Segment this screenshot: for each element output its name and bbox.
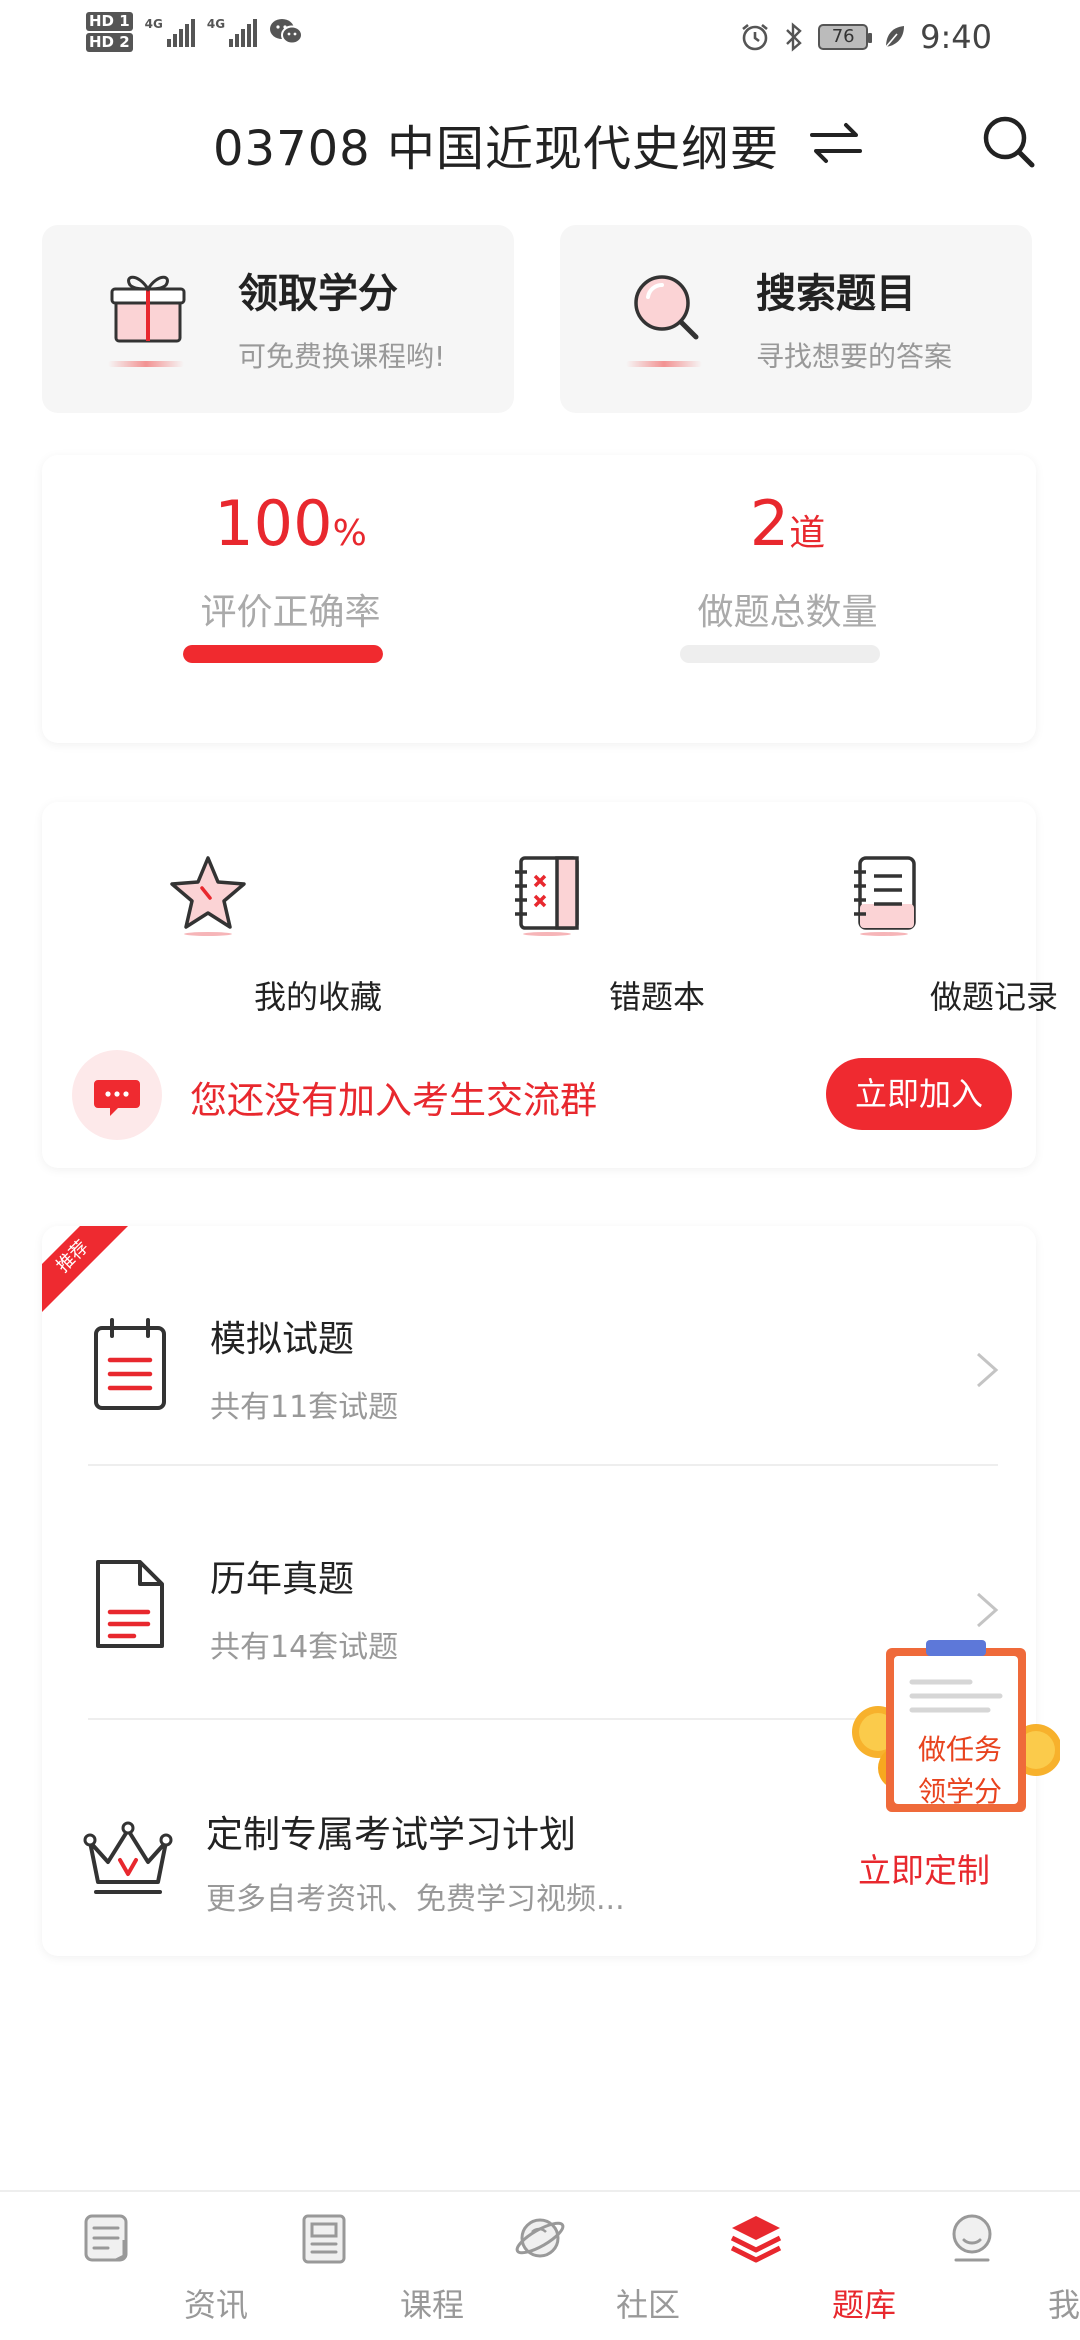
header: 03708 中国近现代史纲要 (0, 95, 1080, 185)
claim-credits-card[interactable]: 领取学分 可免费换课程哟! (42, 225, 514, 413)
record-book-icon (854, 856, 916, 936)
search-questions-title: 搜索题目 (756, 271, 916, 317)
search-questions-card[interactable]: 搜索题目 寻找想要的答案 (560, 225, 1032, 413)
tools-card: 我的收藏 错题本 做题记录 您还没有加入考生交流群 立即加入 (42, 802, 1058, 1168)
past-exams-title: 历年真题 (210, 1559, 355, 1600)
tool-mistakes-label: 错题本 (608, 978, 705, 1016)
total-number: 2 (749, 487, 790, 560)
accuracy-bar (183, 645, 383, 663)
nav-profile-label: 我的 (1047, 2286, 1080, 2324)
clock-time: 9:40 (920, 18, 992, 56)
accuracy-label: 评价正确率 (200, 592, 381, 633)
status-left: HD 1 HD 2 4G 4G (86, 12, 304, 52)
news-icon (84, 2214, 128, 2262)
network-label-2: 4G (206, 17, 226, 31)
status-right: 76 9:40 (740, 18, 992, 56)
course-title[interactable]: 03708 中国近现代史纲要 (213, 109, 779, 179)
network-label: 4G (144, 17, 163, 31)
tool-mistakes[interactable]: 错题本 (437, 852, 705, 1016)
gift-icon (110, 275, 186, 343)
practice-list-card: 推荐 模拟试题 共有11套试题 历年真题 共有14套试题 定制专属考试学习计划 … (42, 1226, 1036, 1956)
chevron-right-icon (977, 1352, 999, 1388)
tool-favorites-label: 我的收藏 (253, 978, 382, 1016)
promo-line2: 领学分 (918, 1775, 1003, 1808)
nav-news[interactable]: 资讯 (0, 2192, 248, 2340)
course-icon (302, 2214, 346, 2264)
crown-icon (83, 1821, 173, 1894)
total-value: 2道 (539, 487, 1036, 560)
hd2-badge: HD 2 (86, 33, 133, 52)
accuracy-bar-fill (183, 645, 383, 663)
clipboard-icon (94, 1318, 166, 1410)
join-now-button[interactable]: 立即加入 (826, 1058, 1012, 1130)
accuracy-value: 100% (42, 487, 539, 560)
swap-icon[interactable] (808, 121, 864, 165)
search-icon[interactable] (980, 113, 1038, 171)
nav-profile[interactable]: 我的 (864, 2192, 1080, 2340)
tool-records-label: 做题记录 (929, 978, 1058, 1016)
promo-line1: 做任务 (918, 1733, 1003, 1766)
study-plan-subtitle: 更多自考资讯、免费学习视频... (206, 1882, 625, 1917)
join-group-text: 您还没有加入考生交流群 (190, 1079, 597, 1122)
search-questions-subtitle: 寻找想要的答案 (756, 340, 953, 373)
total-label: 做题总数量 (697, 592, 878, 633)
mistake-book-icon (515, 856, 579, 936)
past-exams-subtitle: 共有14套试题 (210, 1630, 399, 1665)
document-icon (96, 1560, 164, 1648)
layers-icon (730, 2216, 782, 2263)
divider (88, 1464, 998, 1466)
magnifier-icon (634, 275, 699, 340)
claim-credits-title: 领取学分 (238, 271, 398, 317)
bottom-nav: 资讯 课程 社区 题库 我的 (0, 2190, 1080, 2340)
bluetooth-icon (786, 22, 802, 52)
accuracy-unit: % (332, 513, 367, 554)
nav-courses[interactable]: 课程 (216, 2192, 464, 2340)
total-bar (680, 645, 880, 663)
tool-records[interactable]: 做题记录 (774, 852, 1058, 1016)
nav-question-bank[interactable]: 题库 (648, 2192, 896, 2340)
stats-card: 100% 评价正确率 2道 做题总数量 (42, 455, 1036, 743)
chat-icon (94, 1080, 140, 1116)
battery-indicator: 76 (818, 24, 873, 50)
join-group-row: 您还没有加入考生交流群 立即加入 (72, 1050, 1012, 1140)
planet-icon (515, 2218, 565, 2258)
leaf-icon (885, 26, 905, 48)
signal-icon: 4G (145, 17, 195, 47)
status-bar: HD 1 HD 2 4G 4G 76 9:40 (0, 0, 1080, 80)
mock-exams-title: 模拟试题 (210, 1319, 355, 1360)
profile-icon (952, 2214, 992, 2262)
magnifier-underline (626, 361, 702, 367)
tool-favorites[interactable]: 我的收藏 (98, 852, 382, 1016)
signal-icon-2: 4G (206, 17, 258, 47)
hd1-badge: HD 1 (86, 12, 133, 31)
claim-credits-subtitle: 可免费换课程哟! (238, 340, 446, 373)
star-icon (170, 856, 246, 936)
nav-community[interactable]: 社区 (432, 2192, 680, 2340)
list-item-mock-exams[interactable]: 模拟试题 共有11套试题 (42, 1266, 1036, 1466)
accuracy-number: 100 (214, 487, 333, 560)
accuracy-stat[interactable]: 100% 评价正确率 (42, 455, 539, 743)
wechat-icon (270, 19, 304, 45)
total-unit: 道 (789, 513, 826, 554)
customize-now-link[interactable]: 立即定制 (858, 1844, 990, 1892)
mock-exams-subtitle: 共有11套试题 (210, 1390, 399, 1425)
task-credits-promo[interactable]: 做任务 领学分 (850, 1640, 1062, 1820)
alarm-icon (742, 23, 768, 51)
hd-indicators: HD 1 HD 2 (86, 12, 133, 52)
chat-bubble-icon (72, 1050, 162, 1140)
total-stat[interactable]: 2道 做题总数量 (539, 455, 1036, 743)
study-plan-title: 定制专属考试学习计划 (206, 1813, 576, 1856)
chevron-right-icon (977, 1592, 999, 1628)
gift-underline (108, 361, 184, 367)
